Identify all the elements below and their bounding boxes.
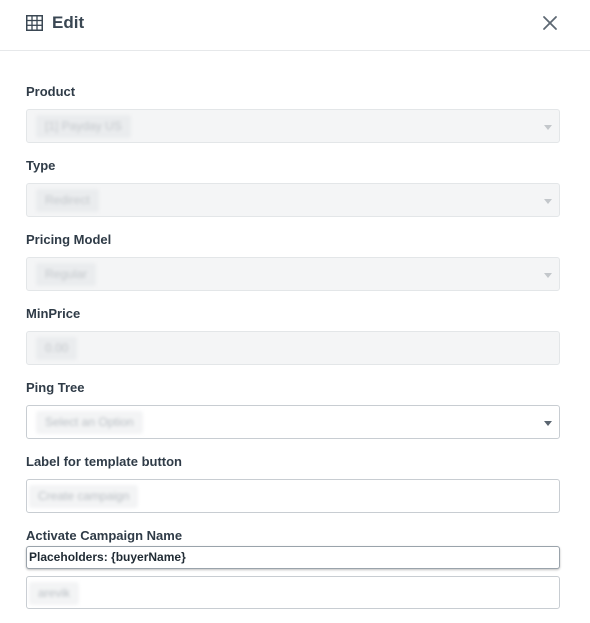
- ping-tree-placeholder: Select an Option: [36, 411, 143, 434]
- close-icon[interactable]: [541, 14, 559, 32]
- ping-tree-select[interactable]: Select an Option: [26, 405, 560, 439]
- template-button-label: Label for template button: [26, 454, 182, 469]
- table-icon: [26, 15, 43, 31]
- product-selected-value: [1] Payday US: [36, 115, 131, 138]
- chevron-down-icon: [544, 125, 552, 130]
- min-price-input: 0.00: [26, 331, 560, 365]
- chevron-down-icon: [544, 199, 552, 204]
- chevron-down-icon[interactable]: [544, 421, 552, 426]
- placeholders-tooltip: Placeholders: {buyerName}: [26, 546, 560, 569]
- ping-tree-label: Ping Tree: [26, 380, 85, 395]
- product-label: Product: [26, 84, 76, 99]
- pricing-model-selected-value: Regular: [36, 263, 97, 286]
- type-selected-value: Redirect: [36, 189, 99, 212]
- chevron-down-icon: [544, 273, 552, 278]
- template-button-input[interactable]: Create campaign: [26, 479, 560, 513]
- activate-campaign-name-input[interactable]: arevik: [26, 576, 560, 609]
- dialog-header: Edit: [0, 0, 590, 51]
- edit-dialog: Edit Product [1] Payday US Type Redirect…: [0, 0, 590, 623]
- activate-campaign-name-value: arevik: [29, 582, 80, 605]
- product-select: [1] Payday US: [26, 109, 560, 143]
- min-price-value: 0.00: [36, 337, 78, 360]
- activate-campaign-name-label: Activate Campaign Name: [26, 528, 183, 543]
- pricing-model-select: Regular: [26, 257, 560, 291]
- min-price-label: MinPrice: [26, 306, 81, 321]
- type-select: Redirect: [26, 183, 560, 217]
- dialog-title: Edit: [52, 13, 85, 32]
- type-label: Type: [26, 158, 56, 173]
- pricing-model-label: Pricing Model: [26, 232, 112, 247]
- template-button-value: Create campaign: [29, 485, 139, 508]
